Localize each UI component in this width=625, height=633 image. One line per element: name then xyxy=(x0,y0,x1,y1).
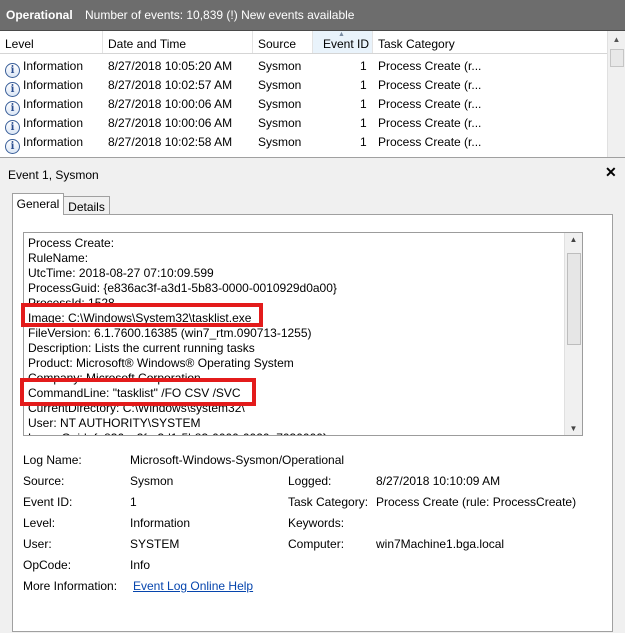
events-list: Level Date and Time Source Event ID Task… xyxy=(0,31,625,158)
events-list-scrollbar[interactable]: ▲ xyxy=(607,31,625,157)
datetime-cell: 8/27/2018 10:02:57 AM xyxy=(108,78,233,92)
column-source[interactable]: Source xyxy=(253,31,313,53)
task-category-value: Process Create (rule: ProcessCreate) xyxy=(376,495,577,509)
sort-ascending-icon: ▲ xyxy=(338,31,345,38)
level-text: Information xyxy=(23,97,84,111)
source-cell: Sysmon xyxy=(258,135,302,149)
scrollbar-thumb[interactable] xyxy=(610,49,624,67)
description-line: ProcessGuid: {e836ac3f-a3d1-5b83-0000-00… xyxy=(28,281,337,295)
event-id-cell: 1 xyxy=(360,78,367,92)
scroll-up-icon[interactable]: ▲ xyxy=(608,31,625,48)
source-cell: Sysmon xyxy=(258,116,302,130)
logged-value: 8/27/2018 10:10:09 AM xyxy=(376,474,501,488)
column-date-time[interactable]: Date and Time xyxy=(103,31,253,53)
user-value: SYSTEM xyxy=(130,537,180,551)
description-line: UtcTime: 2018-08-27 07:10:09.599 xyxy=(28,266,214,280)
event-detail-title: Event 1, Sysmon xyxy=(8,168,99,182)
category-cell: Process Create (r... xyxy=(378,97,482,111)
description-line: LogonGuid: {e836ac3f-a3d1-5b83-0000-0020… xyxy=(28,431,327,435)
logged-label: Logged: xyxy=(288,474,332,488)
level-label: Level: xyxy=(23,516,56,530)
event-id-cell: 1 xyxy=(360,59,367,73)
opcode-value: Info xyxy=(130,558,151,572)
table-row[interactable]: i Information 8/27/2018 10:02:57 AM Sysmon 1… xyxy=(0,76,608,97)
level-cell: i Information xyxy=(5,133,84,154)
keywords-label: Keywords: xyxy=(288,516,345,530)
level-cell: i Information xyxy=(5,114,84,135)
level-text: Information xyxy=(23,59,84,73)
opcode-label: OpCode: xyxy=(23,558,72,572)
source-label: Source: xyxy=(23,474,65,488)
source-cell: Sysmon xyxy=(258,97,302,111)
level-text: Information xyxy=(23,135,84,149)
category-cell: Process Create (r... xyxy=(378,59,482,73)
computer-label: Computer: xyxy=(288,537,345,551)
log-name-label: Log Name: xyxy=(23,453,82,467)
column-task-category[interactable]: Task Category xyxy=(373,31,608,53)
table-row[interactable]: i Information 8/27/2018 10:02:58 AM Sysmon 1… xyxy=(0,133,608,154)
close-icon[interactable]: ✕ xyxy=(605,164,617,181)
table-row[interactable]: i Information 8/27/2018 10:00:06 AM Sysmon 1… xyxy=(0,114,608,135)
datetime-cell: 8/27/2018 10:00:06 AM xyxy=(108,116,233,130)
description-line: Product: Microsoft® Windows® Operating S… xyxy=(28,356,294,370)
event-id-cell: 1 xyxy=(360,97,367,111)
level-text: Information xyxy=(23,116,84,130)
scroll-down-icon[interactable]: ▼ xyxy=(565,424,582,433)
user-label: User: xyxy=(23,537,52,551)
event-detail-titlebar: Event 1, Sysmon ✕ xyxy=(0,164,625,184)
event-id-label: Event ID: xyxy=(23,495,73,509)
event-id-cell: 1 xyxy=(360,116,367,130)
column-header-row: Level Date and Time Source Event ID Task… xyxy=(0,31,608,54)
log-name-value: Microsoft-Windows-Sysmon/Operational xyxy=(130,453,345,467)
description-line: Description: Lists the current running t… xyxy=(28,341,255,355)
category-cell: Process Create (r... xyxy=(378,116,482,130)
scrollbar-thumb[interactable] xyxy=(567,253,581,345)
log-name-title: Operational xyxy=(6,8,73,22)
description-scrollbar[interactable]: ▲ ▼ xyxy=(564,233,582,435)
datetime-cell: 8/27/2018 10:02:58 AM xyxy=(108,135,233,149)
event-log-online-help-link[interactable]: Event Log Online Help xyxy=(133,579,253,593)
description-line: User: NT AUTHORITY\SYSTEM xyxy=(28,416,201,430)
level-cell: i Information xyxy=(5,76,84,97)
more-information-label: More Information: xyxy=(23,579,118,593)
level-cell: i Information xyxy=(5,57,84,78)
source-cell: Sysmon xyxy=(258,59,302,73)
event-count-text: Number of events: 10,839 (!) New events … xyxy=(85,8,355,22)
information-icon: i xyxy=(5,139,20,154)
image-line-highlight-box xyxy=(21,303,263,327)
source-cell: Sysmon xyxy=(258,78,302,92)
datetime-cell: 8/27/2018 10:00:06 AM xyxy=(108,97,233,111)
description-line: RuleName: xyxy=(28,251,89,265)
tab-details[interactable]: Details xyxy=(64,196,110,216)
table-row[interactable]: i Information 8/27/2018 10:05:20 AM Sysmon 1… xyxy=(0,57,608,78)
level-text: Information xyxy=(23,78,84,92)
event-id-value: 1 xyxy=(130,495,137,509)
column-level[interactable]: Level xyxy=(0,31,103,53)
scroll-up-icon[interactable]: ▲ xyxy=(565,235,582,244)
description-line: Process Create: xyxy=(28,236,115,250)
datetime-cell: 8/27/2018 10:05:20 AM xyxy=(108,59,233,73)
source-value: Sysmon xyxy=(130,474,174,488)
computer-value: win7Machine1.bga.local xyxy=(376,537,505,551)
category-cell: Process Create (r... xyxy=(378,78,482,92)
tab-general[interactable]: General xyxy=(12,193,64,215)
table-row[interactable]: i Information 8/27/2018 10:00:06 AM Sysmon 1… xyxy=(0,95,608,116)
level-value: Information xyxy=(130,516,191,530)
level-cell: i Information xyxy=(5,95,84,116)
category-cell: Process Create (r... xyxy=(378,135,482,149)
task-category-label: Task Category: xyxy=(288,495,369,509)
commandline-highlight-box xyxy=(20,378,256,406)
description-line: FileVersion: 6.1.7600.16385 (win7_rtm.09… xyxy=(28,326,312,340)
event-id-cell: 1 xyxy=(360,135,367,149)
log-header-bar: Operational Number of events: 10,839 (!)… xyxy=(0,0,625,31)
